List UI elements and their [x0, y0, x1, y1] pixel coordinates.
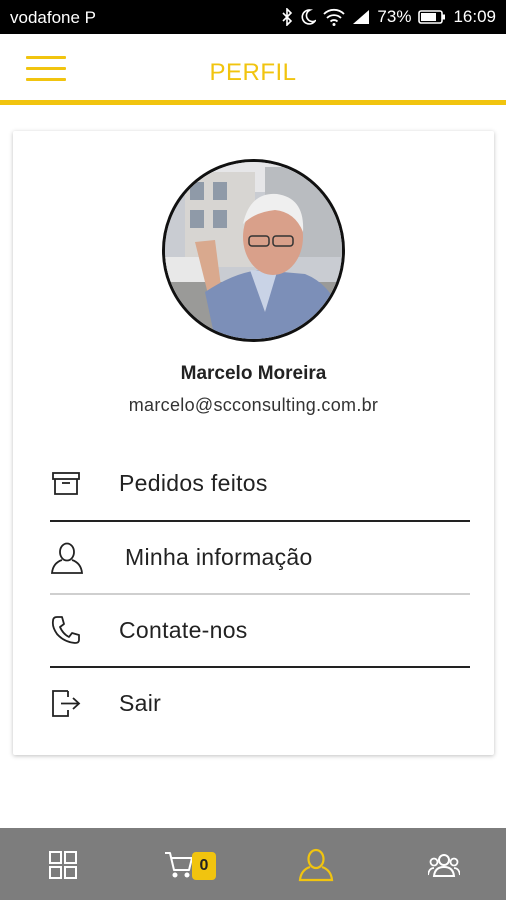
cart-count-badge: 0: [192, 852, 216, 880]
status-icons: 73% 16:09: [281, 7, 496, 27]
battery-percent: 73%: [377, 7, 412, 26]
profile-email: marcelo@scconsulting.com.br: [128, 395, 379, 415]
status-bar: vodafone P 73% 16:09: [0, 0, 506, 34]
signal-icon: [352, 9, 370, 25]
menu-item-label: Sair: [119, 690, 162, 716]
menu-item-sair[interactable]: Sair: [50, 667, 470, 739]
cart-icon: [164, 850, 194, 885]
profile-name: Marcelo Moreira: [180, 363, 327, 384]
profile-card: Marcelo Moreira marcelo@scconsulting.com…: [13, 131, 494, 755]
menu-item-label: Pedidos feitos: [119, 470, 268, 496]
menu-item-label: Contate-nos: [119, 617, 248, 643]
avatar[interactable]: [162, 159, 345, 342]
bottom-navigation: 0: [0, 828, 506, 900]
menu-item-minha-informacao[interactable]: Minha informação: [50, 521, 470, 593]
user-icon: [298, 848, 334, 887]
archive-box-icon: [50, 467, 82, 499]
user-icon: [50, 541, 83, 574]
clock: 16:09: [453, 7, 496, 26]
grid-icon: [49, 851, 77, 884]
wifi-icon: [323, 8, 346, 26]
app-header: PERFIL: [0, 34, 506, 100]
moon-icon: [300, 8, 317, 26]
battery-icon: [418, 9, 446, 25]
group-icon: [427, 852, 461, 883]
menu-item-label: Minha informação: [125, 544, 313, 570]
nav-group[interactable]: [408, 828, 478, 900]
phone-icon: [50, 614, 82, 646]
nav-home[interactable]: [29, 828, 99, 900]
nav-profile[interactable]: [281, 828, 351, 900]
page-title: PERFIL: [209, 59, 297, 86]
header-divider: [0, 100, 506, 105]
menu-item-pedidos[interactable]: Pedidos feitos: [50, 447, 470, 519]
logout-icon: [50, 687, 82, 719]
menu-item-contate-nos[interactable]: Contate-nos: [50, 594, 470, 666]
bluetooth-icon: [281, 8, 293, 26]
carrier-label: vodafone P: [10, 8, 97, 27]
